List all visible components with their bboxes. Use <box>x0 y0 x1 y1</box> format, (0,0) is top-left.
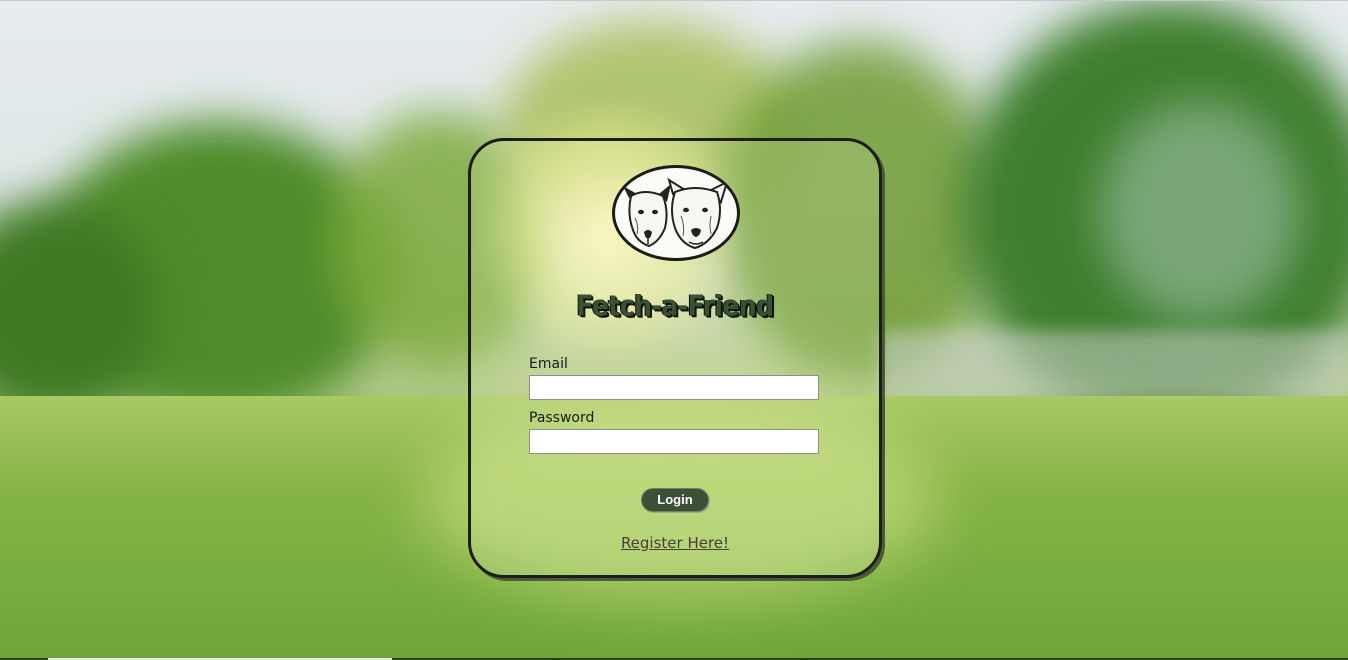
two-dogs-logo-icon <box>612 165 740 261</box>
email-label: Email <box>529 356 568 372</box>
app-title: Fetch-a-Friend <box>576 288 774 323</box>
login-button[interactable]: Login <box>641 488 709 512</box>
two-dogs-icon <box>623 177 729 250</box>
login-card: Fetch-a-Friend Email Password Login Regi… <box>468 138 882 578</box>
password-label: Password <box>529 410 595 426</box>
password-field[interactable] <box>529 429 819 454</box>
login-page: Fetch-a-Friend Email Password Login Regi… <box>0 0 1348 660</box>
register-link[interactable]: Register Here! <box>471 534 879 552</box>
email-field[interactable] <box>529 375 819 400</box>
